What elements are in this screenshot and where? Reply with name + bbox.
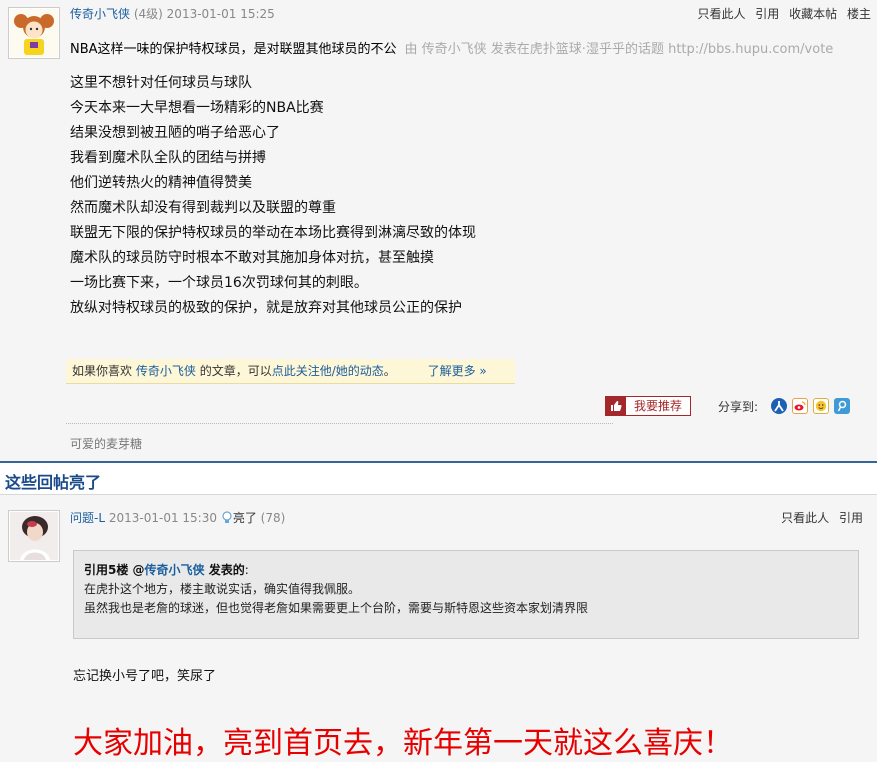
follow-prefix: 如果你喜欢 <box>72 364 133 378</box>
post1-title: NBA这样一味的保护特权球员，是对联盟其他球员的不公 <box>70 42 397 57</box>
post1-level: (4级) <box>133 7 163 21</box>
tencent-weibo-icon[interactable] <box>834 398 850 414</box>
highlighted-replies-header: 这些回帖亮了 <box>0 463 877 495</box>
avatar-post1[interactable] <box>8 7 60 59</box>
quote-line: 在虎扑这个地方，楼主敢说实话，确实值得我佩服。 <box>84 582 361 596</box>
quote-suffix: 发表的 <box>204 563 245 577</box>
post2-reply-text: 忘记换小号了吧，笑尿了 <box>73 669 217 684</box>
quote-link[interactable]: 引用 <box>839 511 863 525</box>
body-line: 这里不想针对任何球员与球队 <box>70 75 252 91</box>
follow-username-link[interactable]: 传奇小飞侠 <box>136 364 196 378</box>
body-line: 结果没想到被丑陋的哨子给恶心了 <box>70 125 280 141</box>
body-line: 然而魔术队却没有得到裁判以及联盟的尊重 <box>70 200 336 216</box>
follow-mid: 的文章，可以 <box>199 364 272 378</box>
floor-label: 楼主 <box>846 7 871 21</box>
light-bulb-icon[interactable] <box>221 511 233 527</box>
quote-line: 虽然我也是老詹的球迷，但也觉得老詹如果需要更上个台阶，需要与斯特恩这些资本家划清… <box>84 601 589 615</box>
favorite-link[interactable]: 收藏本帖 <box>789 7 837 21</box>
body-line: 联盟无下限的保护特权球员的举动在本场比赛得到淋漓尽致的体现 <box>70 225 476 241</box>
post1-actions: 只看此人 引用 收藏本帖 楼主 <box>691 5 871 22</box>
post2-datetime: 2013-01-01 15:30 <box>108 511 217 525</box>
learn-more-link[interactable]: 了解更多 » <box>428 364 487 378</box>
body-line: 魔术队的球员防守时根本不敢对其施加身体对抗，甚至触摸 <box>70 250 434 266</box>
body-line: 今天本来一大早想看一场精彩的NBA比赛 <box>70 100 324 116</box>
only-this-user-link[interactable]: 只看此人 <box>781 511 829 525</box>
follow-user-link[interactable]: 点此关注他/她的动态 <box>272 364 384 378</box>
only-this-user-link[interactable]: 只看此人 <box>697 7 745 21</box>
body-line: 一场比赛下来，一个球员16次罚球何其的刺眼。 <box>70 275 368 291</box>
light-count: (78) <box>260 511 286 525</box>
recommend-label: 我要推荐 <box>634 399 683 413</box>
cartoon-avatar-icon <box>10 9 58 57</box>
quote-colon: : <box>244 563 249 577</box>
post1-meta: 传奇小飞侠 (4级) 2013-01-01 15:25 <box>70 5 275 22</box>
post1-datetime: 2013-01-01 15:25 <box>166 7 275 21</box>
post2-username[interactable]: 问题-L <box>70 511 105 525</box>
quote-header: 引用5楼 @传奇小飞侠 发表的: <box>84 561 848 580</box>
avatar-post2[interactable] <box>8 510 60 562</box>
light-label[interactable]: 亮了 <box>233 511 257 525</box>
qzone-icon[interactable] <box>813 398 829 414</box>
body-line: 他们逆转热火的精神值得赞美 <box>70 175 252 191</box>
post1-username[interactable]: 传奇小飞侠 <box>70 7 130 21</box>
recommend-button[interactable]: 我要推荐 <box>605 396 691 416</box>
quote-username-link[interactable]: 传奇小飞侠 <box>145 563 205 577</box>
follow-suffix: 。 <box>383 364 396 378</box>
quote-block: 引用5楼 @传奇小飞侠 发表的: 在虎扑这个地方，楼主敢说实话，确实值得我佩服。… <box>73 550 859 639</box>
quote-link[interactable]: 引用 <box>755 7 779 21</box>
post2-meta: 问题-L 2013-01-01 15:30 亮了 (78) <box>70 509 285 527</box>
renren-icon[interactable] <box>771 398 787 414</box>
post1-title-row: NBA这样一味的保护特权球员，是对联盟其他球员的不公由 传奇小飞侠 发表在虎扑篮… <box>70 38 833 57</box>
quote-content: 引用5楼 @传奇小飞侠 发表的: 在虎扑这个地方，楼主敢说实话，确实值得我佩服。… <box>84 561 848 618</box>
photo-avatar-icon <box>10 512 58 560</box>
signature-divider <box>66 423 613 424</box>
quote-prefix: 引用5楼 @ <box>84 563 145 577</box>
post1-source: 由 传奇小飞侠 发表在虎扑篮球·湿乎乎的话题 http://bbs.hupu.c… <box>404 42 834 57</box>
follow-prompt-bar: 如果你喜欢 传奇小飞侠 的文章，可以点此关注他/她的动态。 了解更多 » <box>66 359 515 384</box>
post1-body: 这里不想针对任何球员与球队 今天本来一大早想看一场精彩的NBA比赛 结果没想到被… <box>70 71 476 321</box>
share-label: 分享到: <box>718 400 759 414</box>
thumbs-up-icon <box>606 397 626 415</box>
post2-highlight-text: 大家加油，亮到首页去，新年第一天就这么喜庆！ <box>73 726 733 761</box>
body-line: 我看到魔术队全队的团结与拼搏 <box>70 150 266 166</box>
body-line: 放纵对特权球员的极致的保护，就是放弃对其他球员公正的保护 <box>70 300 462 316</box>
section-title: 这些回帖亮了 <box>5 473 102 492</box>
post2-actions: 只看此人 引用 <box>775 509 863 526</box>
weibo-icon[interactable] <box>792 398 808 414</box>
post1-signature: 可爱的麦芽糖 <box>70 437 143 451</box>
